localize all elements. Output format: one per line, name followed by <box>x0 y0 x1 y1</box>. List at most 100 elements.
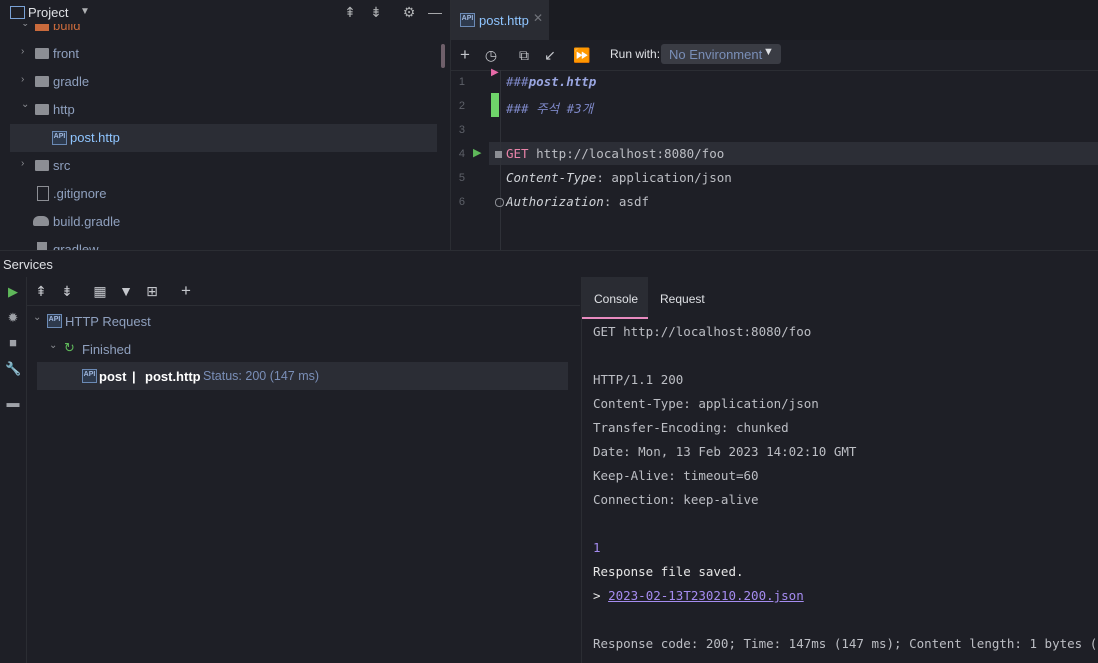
line-number: 5 <box>458 172 465 184</box>
fold-icon[interactable] <box>495 151 502 158</box>
split-divider[interactable] <box>0 250 1098 251</box>
run-icon[interactable]: ▶ <box>5 284 21 300</box>
tab-label: post.http <box>479 13 529 28</box>
comment-prefix: ### <box>506 74 529 89</box>
link-prefix: > <box>593 588 609 603</box>
code-line-4[interactable]: GET http://localhost:8080/foo <box>506 146 724 161</box>
chevron-down-icon: ⌄ <box>21 99 30 110</box>
chevron-right-icon: › <box>21 74 25 85</box>
tree-item-post-http[interactable]: API post.http <box>10 124 437 152</box>
request-file: post.http <box>145 369 201 384</box>
tree-item-label: post.http <box>70 130 120 145</box>
code-line-6[interactable]: Authorization: asdf <box>506 194 649 209</box>
chevron-down-icon: ⌄ <box>49 340 58 351</box>
tree-item-label: http <box>53 102 75 117</box>
status-text: Status: 200 (147 ms) <box>203 369 320 383</box>
run-all-icon[interactable]: ⏩ <box>573 46 591 64</box>
tree-item-label: src <box>53 158 71 173</box>
comment-text: post.http <box>528 74 597 89</box>
tree-item-label: build.gradle <box>53 214 121 229</box>
console-line: > 2023-02-13T230210.200.json <box>593 588 804 603</box>
folder-icon <box>35 76 49 87</box>
tree-item-label: gradle <box>53 74 90 89</box>
line-number: 3 <box>458 124 465 136</box>
tab-request[interactable]: Request <box>648 277 714 317</box>
console-line: Connection: keep-alive <box>593 492 759 507</box>
add-service-icon[interactable]: + <box>177 282 195 300</box>
stop-icon[interactable]: ■ <box>5 335 21 351</box>
filter-icon[interactable]: ▼ <box>117 282 135 300</box>
new-tab-icon[interactable]: ⊞ <box>143 282 161 300</box>
response-file-link[interactable]: 2023-02-13T230210.200.json <box>608 588 804 603</box>
close-icon[interactable]: ✕ <box>533 11 543 25</box>
tree-item-label: Finished <box>82 342 132 357</box>
tree-item-finished[interactable]: ⌄ ↻ Finished <box>27 335 527 363</box>
layout-icon[interactable]: ▬ <box>5 395 21 411</box>
tree-item-build-gradle[interactable]: build.gradle <box>0 208 440 236</box>
services-title: Services <box>3 257 53 272</box>
scrollbar-thumb[interactable] <box>441 44 445 68</box>
chevron-down-icon: ▼ <box>763 46 774 58</box>
project-title-overlay: Project <box>28 5 69 20</box>
tab-console[interactable]: Console <box>582 277 648 319</box>
line-number: 1 <box>458 76 465 88</box>
tree-item-label: .gitignore <box>53 186 107 201</box>
tree-item-http[interactable]: ⌄ http <box>0 96 440 124</box>
api-file-icon: API <box>460 13 475 27</box>
tree-item-gradle[interactable]: › gradle <box>0 68 440 96</box>
response-pane: Console Request GET http://localhost:808… <box>581 277 1098 663</box>
chevron-right-icon: › <box>21 46 25 57</box>
services-tree: ⌄ API HTTP Request ⌄ ↻ Finished API post… <box>27 306 580 663</box>
environment-value: No Environment <box>669 47 763 62</box>
comment-text: ### 주석 #3개 <box>506 101 594 116</box>
folder-icon <box>35 104 49 115</box>
tab-post-http[interactable]: API post.http ✕ <box>451 0 549 42</box>
expand-all-icon[interactable]: ⇞ <box>32 282 50 300</box>
wrench-icon[interactable]: 🔧 <box>5 361 21 377</box>
tree-item-http-request[interactable]: ⌄ API HTTP Request <box>27 307 527 335</box>
code-line-5[interactable]: Content-Type: application/json <box>506 170 732 185</box>
header-value: : application/json <box>596 170 732 185</box>
tab-label: Request <box>660 292 705 306</box>
editor-tabbar: API post.http ✕ <box>451 0 1098 42</box>
tree-item-label: gradlew <box>53 242 99 250</box>
tree-item-gradlew[interactable]: gradlew <box>0 236 440 250</box>
api-icon: API <box>47 314 62 328</box>
file-icon <box>37 242 47 250</box>
fold-end-icon[interactable] <box>495 198 504 207</box>
import-icon[interactable]: ↙ <box>541 46 559 64</box>
code-line-2[interactable]: ### 주석 #3개 <box>506 98 593 117</box>
console-line: GET http://localhost:8080/foo <box>593 324 812 339</box>
services-side-toolbar: ▶ ✹ ■ 🔧 ▬ <box>0 277 27 663</box>
change-marker <box>491 93 499 117</box>
console-line: Response file saved. <box>593 564 744 579</box>
tree-item-post-request[interactable]: API post | post.http Status: 200 (147 ms… <box>37 362 568 390</box>
request-url: http://localhost:8080/foo <box>528 146 725 161</box>
copy-icon[interactable]: ⧉ <box>515 46 533 64</box>
separator: | <box>132 369 136 384</box>
group-by-icon[interactable]: ▦ <box>91 282 109 300</box>
environment-select[interactable]: No Environment ▼ <box>661 44 781 64</box>
console-line: Date: Mon, 13 Feb 2023 14:02:10 GMT <box>593 444 857 459</box>
header-value: : asdf <box>603 194 649 209</box>
tree-item-src[interactable]: › src <box>0 152 440 180</box>
console-line: Keep-Alive: timeout=60 <box>593 468 759 483</box>
tree-item-label: front <box>53 46 80 61</box>
http-method: GET <box>506 146 529 161</box>
code-line-1[interactable]: ###post.http <box>506 74 596 89</box>
gutter-divider <box>500 70 501 250</box>
add-request-icon[interactable]: + <box>456 46 474 64</box>
tree-item-gitignore[interactable]: .gitignore <box>0 180 440 208</box>
debug-icon[interactable]: ✹ <box>5 310 21 326</box>
chevron-down-icon: ⌄ <box>33 312 42 323</box>
project-pane: Project ▼ ⇞ ⇟ ⚙ — ⌄ build Project ▼ › fr… <box>0 0 446 250</box>
history-icon[interactable]: ◷ <box>482 46 500 64</box>
folder-icon <box>35 160 49 171</box>
gradle-icon <box>33 216 49 226</box>
tree-item-front[interactable]: › front <box>0 40 440 68</box>
bookmark-marker-icon: ▶ <box>491 67 499 78</box>
tab-label: Console <box>594 292 639 306</box>
run-request-icon[interactable]: ▶ <box>473 146 481 159</box>
collapse-all-icon[interactable]: ⇟ <box>58 282 76 300</box>
ignore-file-icon <box>37 186 49 201</box>
